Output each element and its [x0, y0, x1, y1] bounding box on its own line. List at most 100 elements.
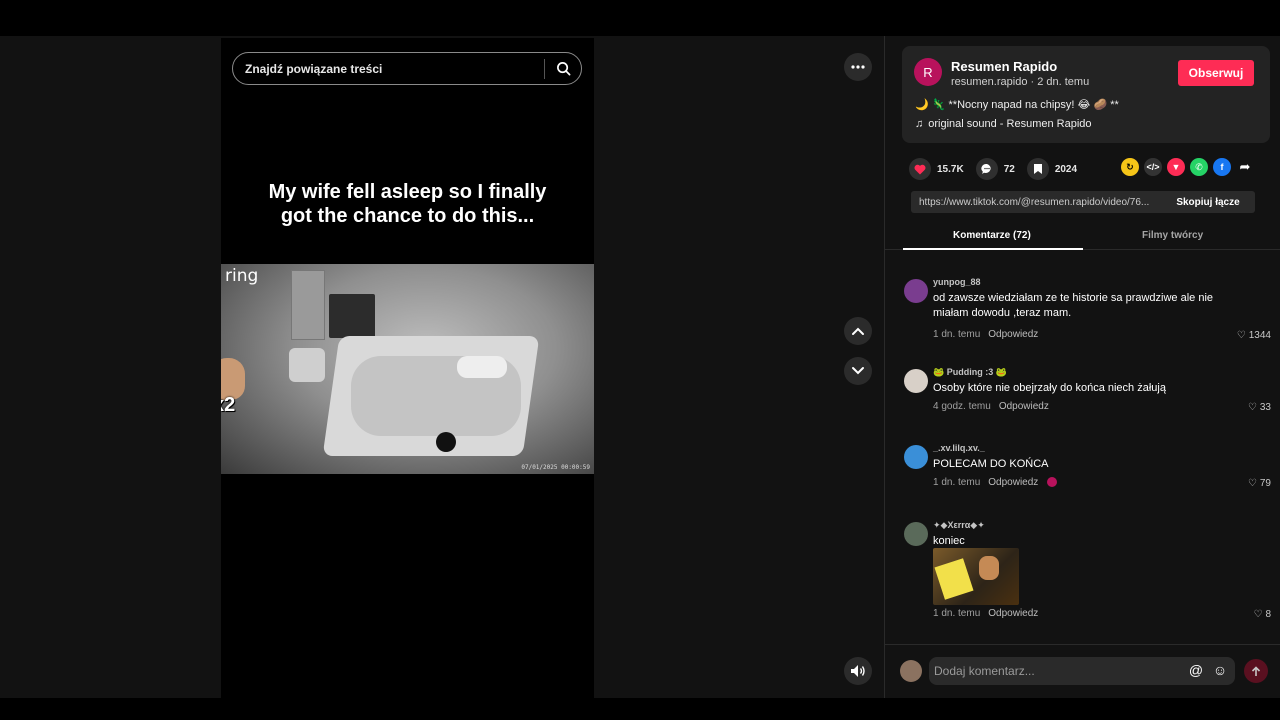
heart-outline-icon: ♡ — [1247, 402, 1257, 413]
comment-count: 72 — [1003, 163, 1015, 175]
comment-time: 1 dn. temu — [933, 608, 981, 619]
comment-like-count: 79 — [1259, 478, 1271, 489]
music-row[interactable]: ♫ original sound - Resumen Rapido — [915, 118, 1092, 130]
mention-icon[interactable]: @ — [1187, 661, 1205, 679]
comment-gif[interactable] — [933, 548, 1019, 605]
heart-icon — [909, 158, 931, 180]
meme-badge: x2 — [221, 394, 236, 416]
gif-face — [979, 556, 999, 580]
heart-outline-icon: ♡ — [1236, 330, 1246, 341]
copy-link-button[interactable]: Skopiuj łącze — [1161, 197, 1255, 208]
video-player[interactable]: Znajdź powiązane treści My wife fell asl… — [221, 38, 594, 698]
comment-text: Osoby które nie obejrzały do końca niech… — [933, 382, 1166, 394]
like-count: 15.7K — [937, 163, 964, 175]
comment-like-button[interactable]: ♡ 8 — [1253, 609, 1271, 620]
repost-icon[interactable]: ↻ — [1121, 158, 1139, 176]
comment-button[interactable]: 72 — [975, 158, 1015, 180]
comment-text: POLECAM DO KOŃCA — [933, 458, 1049, 470]
arrow-up-icon — [1251, 665, 1261, 676]
comment-like-count: 33 — [1259, 402, 1271, 413]
facebook-icon[interactable]: f — [1213, 158, 1231, 176]
commenter-name[interactable]: yunpog_88 — [933, 277, 981, 287]
caption-line-2: got the chance to do this... — [280, 205, 535, 227]
comment-meta: 1 dn. temu Odpowiedz — [933, 329, 1038, 340]
caption-line-1: My wife fell asleep so I finally — [268, 181, 547, 203]
heart-outline-icon: ♡ — [1253, 609, 1263, 620]
panel-tabs: Komentarze (72) Filmy twórcy — [885, 224, 1280, 250]
search-icon[interactable] — [545, 53, 581, 84]
music-note-icon: ♫ — [915, 118, 924, 130]
cam-figure — [436, 432, 456, 452]
tab-creator-videos[interactable]: Filmy twórcy — [1142, 230, 1203, 241]
comment-input-bar: @ ☺ — [885, 644, 1280, 698]
cam-door — [291, 270, 325, 340]
cam-pillow — [457, 356, 507, 378]
comment-bubble-icon — [975, 158, 998, 180]
comment-like-button[interactable]: ♡ 1344 — [1237, 330, 1271, 341]
commenter-name[interactable]: 🐸 Pudding :3 🐸 — [933, 367, 1007, 378]
reply-button[interactable]: Odpowiedz — [988, 477, 1038, 488]
comment-time: 1 dn. temu — [933, 477, 981, 488]
share-link-url[interactable]: https://www.tiktok.com/@resumen.rapido/v… — [911, 197, 1161, 208]
comment-time: 4 godz. temu — [933, 401, 991, 412]
search-input[interactable]: Znajdź powiązane treści — [233, 62, 544, 76]
commenter-name[interactable]: _.xv.lilq.xv._ — [933, 443, 985, 453]
emoji-icon[interactable]: ☺ — [1211, 661, 1229, 679]
save-count: 2024 — [1054, 163, 1078, 175]
chevron-up-icon — [852, 327, 864, 335]
previous-video-button[interactable] — [844, 317, 872, 345]
bookmark-icon — [1026, 158, 1049, 180]
chevron-down-icon — [852, 367, 864, 375]
cam-dresser — [329, 294, 375, 338]
share-link-row: https://www.tiktok.com/@resumen.rapido/v… — [911, 191, 1255, 213]
more-share-icon[interactable]: ➦ — [1236, 158, 1254, 176]
video-caption: My wife fell asleep so I finally got the… — [221, 180, 594, 228]
comment-text: od zawsze wiedziałam ze te historie sa p… — [933, 292, 1214, 319]
comment-like-button[interactable]: ♡ 79 — [1248, 478, 1271, 489]
author-avatar[interactable]: R — [914, 58, 942, 86]
author-card: R Resumen Rapido resumen.rapido · 2 dn. … — [902, 46, 1270, 143]
send-comment-button[interactable] — [1244, 659, 1268, 683]
video-description: 🌙 🦎 **Nocny napad na chipsy! 😂 🥔 ** — [915, 99, 1119, 111]
comment-like-count: 1344 — [1248, 330, 1271, 341]
active-tab-indicator — [903, 248, 1083, 250]
tab-comments[interactable]: Komentarze (72) — [953, 230, 1031, 241]
cam-chair — [289, 348, 325, 382]
commenter-name[interactable]: ✦◆Xεrrα◆✦ — [933, 520, 985, 531]
reply-button[interactable]: Odpowiedz — [988, 329, 1038, 340]
engagement-stats: 15.7K 72 2024 — [909, 158, 1089, 180]
comment-like-button[interactable]: ♡ 33 — [1248, 402, 1271, 413]
current-user-avatar[interactable] — [900, 660, 922, 682]
comment-time: 1 dn. temu — [933, 329, 981, 340]
related-search-box[interactable]: Znajdź powiązane treści — [232, 52, 582, 85]
more-options-button[interactable] — [844, 53, 872, 81]
commenter-avatar[interactable] — [904, 369, 928, 393]
top-bar — [0, 0, 1280, 36]
reply-button[interactable]: Odpowiedz — [999, 401, 1049, 412]
share-icons: ↻ </> ▼ ✆ f ➦ — [1121, 158, 1254, 176]
music-title[interactable]: original sound - Resumen Rapido — [928, 118, 1091, 130]
ellipsis-icon — [851, 65, 865, 69]
details-panel: R Resumen Rapido resumen.rapido · 2 dn. … — [884, 36, 1280, 698]
creator-liked-badge — [1047, 477, 1058, 488]
commenter-avatar[interactable] — [904, 279, 928, 303]
embed-icon[interactable]: </> — [1144, 158, 1162, 176]
gif-paper — [934, 558, 974, 600]
comment-text: koniec — [933, 535, 965, 547]
save-button[interactable]: 2024 — [1026, 158, 1078, 180]
like-button[interactable]: 15.7K — [909, 158, 964, 180]
author-meta: resumen.rapido · 2 dn. temu — [951, 76, 1090, 88]
comment-meta: 1 dn. temu Odpowiedz — [933, 477, 1058, 488]
whatsapp-icon[interactable]: ✆ — [1190, 158, 1208, 176]
reply-button[interactable]: Odpowiedz — [988, 608, 1038, 619]
bottom-bar — [0, 698, 1280, 720]
send-to-friends-icon[interactable]: ▼ — [1167, 158, 1185, 176]
author-name[interactable]: Resumen Rapido — [951, 59, 1057, 74]
next-video-button[interactable] — [844, 357, 872, 385]
commenter-avatar[interactable] — [904, 522, 928, 546]
comment-meta: 1 dn. temu Odpowiedz — [933, 608, 1038, 619]
follow-button[interactable]: Obserwuj — [1178, 60, 1254, 86]
security-cam-frame: ring 07/01/2025 00:00:59 — [221, 264, 594, 474]
volume-button[interactable] — [844, 657, 872, 685]
commenter-avatar[interactable] — [904, 445, 928, 469]
